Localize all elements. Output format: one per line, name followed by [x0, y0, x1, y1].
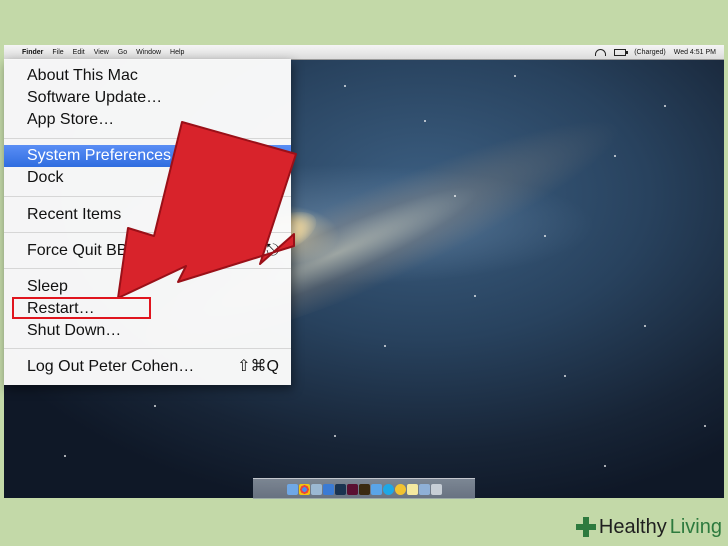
- menu-item-log-out[interactable]: Log Out Peter Cohen… ⇧⌘Q: [4, 356, 291, 378]
- indesign-icon[interactable]: [346, 483, 358, 495]
- star: [474, 295, 476, 297]
- menu-item-label: About This Mac: [27, 67, 138, 84]
- menubar-status-area: (Charged) Wed 4:51 PM: [595, 48, 716, 56]
- star: [64, 455, 66, 457]
- menu-item-shut-down[interactable]: Shut Down…: [4, 320, 291, 342]
- star: [154, 405, 156, 407]
- menu-item-label: Sleep: [27, 278, 68, 295]
- itunes-icon[interactable]: [370, 483, 382, 495]
- star: [344, 85, 346, 87]
- menu-separator: [4, 138, 291, 139]
- menu-separator: [4, 268, 291, 269]
- trash-icon[interactable]: [430, 483, 442, 495]
- watermark-text-1: Healthy: [598, 515, 667, 538]
- skype-icon[interactable]: [382, 483, 394, 495]
- menu-item-label: Shut Down…: [27, 322, 122, 339]
- menu-item-system-preferences[interactable]: System Preferences…: [4, 145, 291, 167]
- dock: [253, 478, 475, 499]
- menu-separator: [4, 196, 291, 197]
- illustrator-icon[interactable]: [358, 483, 370, 495]
- watermark-text-2: Living: [669, 515, 722, 538]
- battery-status: (Charged): [634, 48, 666, 56]
- menu-edit[interactable]: Edit: [73, 49, 85, 56]
- menu-item-label: App Store…: [27, 111, 115, 128]
- menu-bar: Finder File Edit View Go Window Help (Ch…: [4, 45, 724, 60]
- menu-item-label: Force Quit BBEdit: [27, 242, 156, 259]
- plus-logo-icon: [575, 517, 596, 537]
- star: [704, 425, 706, 427]
- menu-item-shortcut: ⇧⌘Q: [237, 358, 279, 375]
- menu-item-about-this-mac[interactable]: About This Mac: [4, 65, 291, 87]
- wifi-icon[interactable]: [595, 48, 607, 56]
- notes-icon[interactable]: [406, 483, 418, 495]
- star: [514, 75, 516, 77]
- finder-icon[interactable]: [286, 483, 298, 495]
- folder-icon[interactable]: [418, 483, 430, 495]
- messages-icon[interactable]: [394, 483, 406, 495]
- star: [454, 195, 456, 197]
- menu-item-force-quit[interactable]: Force Quit BBEdit ⌥⌘⎋: [4, 240, 291, 262]
- menu-help[interactable]: Help: [170, 49, 184, 56]
- menu-view[interactable]: View: [94, 49, 109, 56]
- star: [604, 465, 606, 467]
- star: [424, 120, 426, 122]
- star: [664, 105, 666, 107]
- menu-item-software-update[interactable]: Software Update…: [4, 87, 291, 109]
- menu-separator: [4, 232, 291, 233]
- star: [564, 375, 566, 377]
- menu-item-shortcut: ⌥⌘⎋: [231, 242, 279, 259]
- menu-go[interactable]: Go: [118, 49, 127, 56]
- menu-item-label: Log Out Peter Cohen…: [27, 358, 195, 375]
- photoshop-icon[interactable]: [334, 483, 346, 495]
- menu-item-app-store[interactable]: App Store…: [4, 109, 291, 131]
- menu-item-label: Recent Items: [27, 206, 122, 223]
- menu-separator: [4, 348, 291, 349]
- menu-item-dock[interactable]: Dock: [4, 167, 291, 189]
- clock[interactable]: Wed 4:51 PM: [674, 49, 716, 56]
- star: [544, 235, 546, 237]
- chrome-icon[interactable]: [298, 483, 310, 495]
- menu-item-recent-items[interactable]: Recent Items: [4, 204, 291, 226]
- watermark-logo: Healthy Living: [575, 512, 722, 542]
- menu-item-label: Software Update…: [27, 89, 163, 106]
- menu-file[interactable]: File: [52, 49, 63, 56]
- menu-item-label: Dock: [27, 169, 64, 186]
- submenu-arrow-icon: [268, 210, 277, 220]
- menu-window[interactable]: Window: [136, 49, 161, 56]
- menu-item-sleep[interactable]: Sleep: [4, 276, 291, 298]
- star: [384, 345, 386, 347]
- apple-menu-dropdown: About This Mac Software Update… App Stor…: [4, 59, 291, 385]
- restart-highlight-box: [12, 297, 151, 319]
- safari-icon[interactable]: [322, 483, 334, 495]
- battery-icon[interactable]: [614, 48, 629, 56]
- star: [614, 155, 616, 157]
- preview-icon[interactable]: [310, 483, 322, 495]
- star: [644, 325, 646, 327]
- menu-item-label: System Preferences…: [27, 147, 188, 164]
- menu-finder[interactable]: Finder: [22, 49, 43, 56]
- star: [334, 435, 336, 437]
